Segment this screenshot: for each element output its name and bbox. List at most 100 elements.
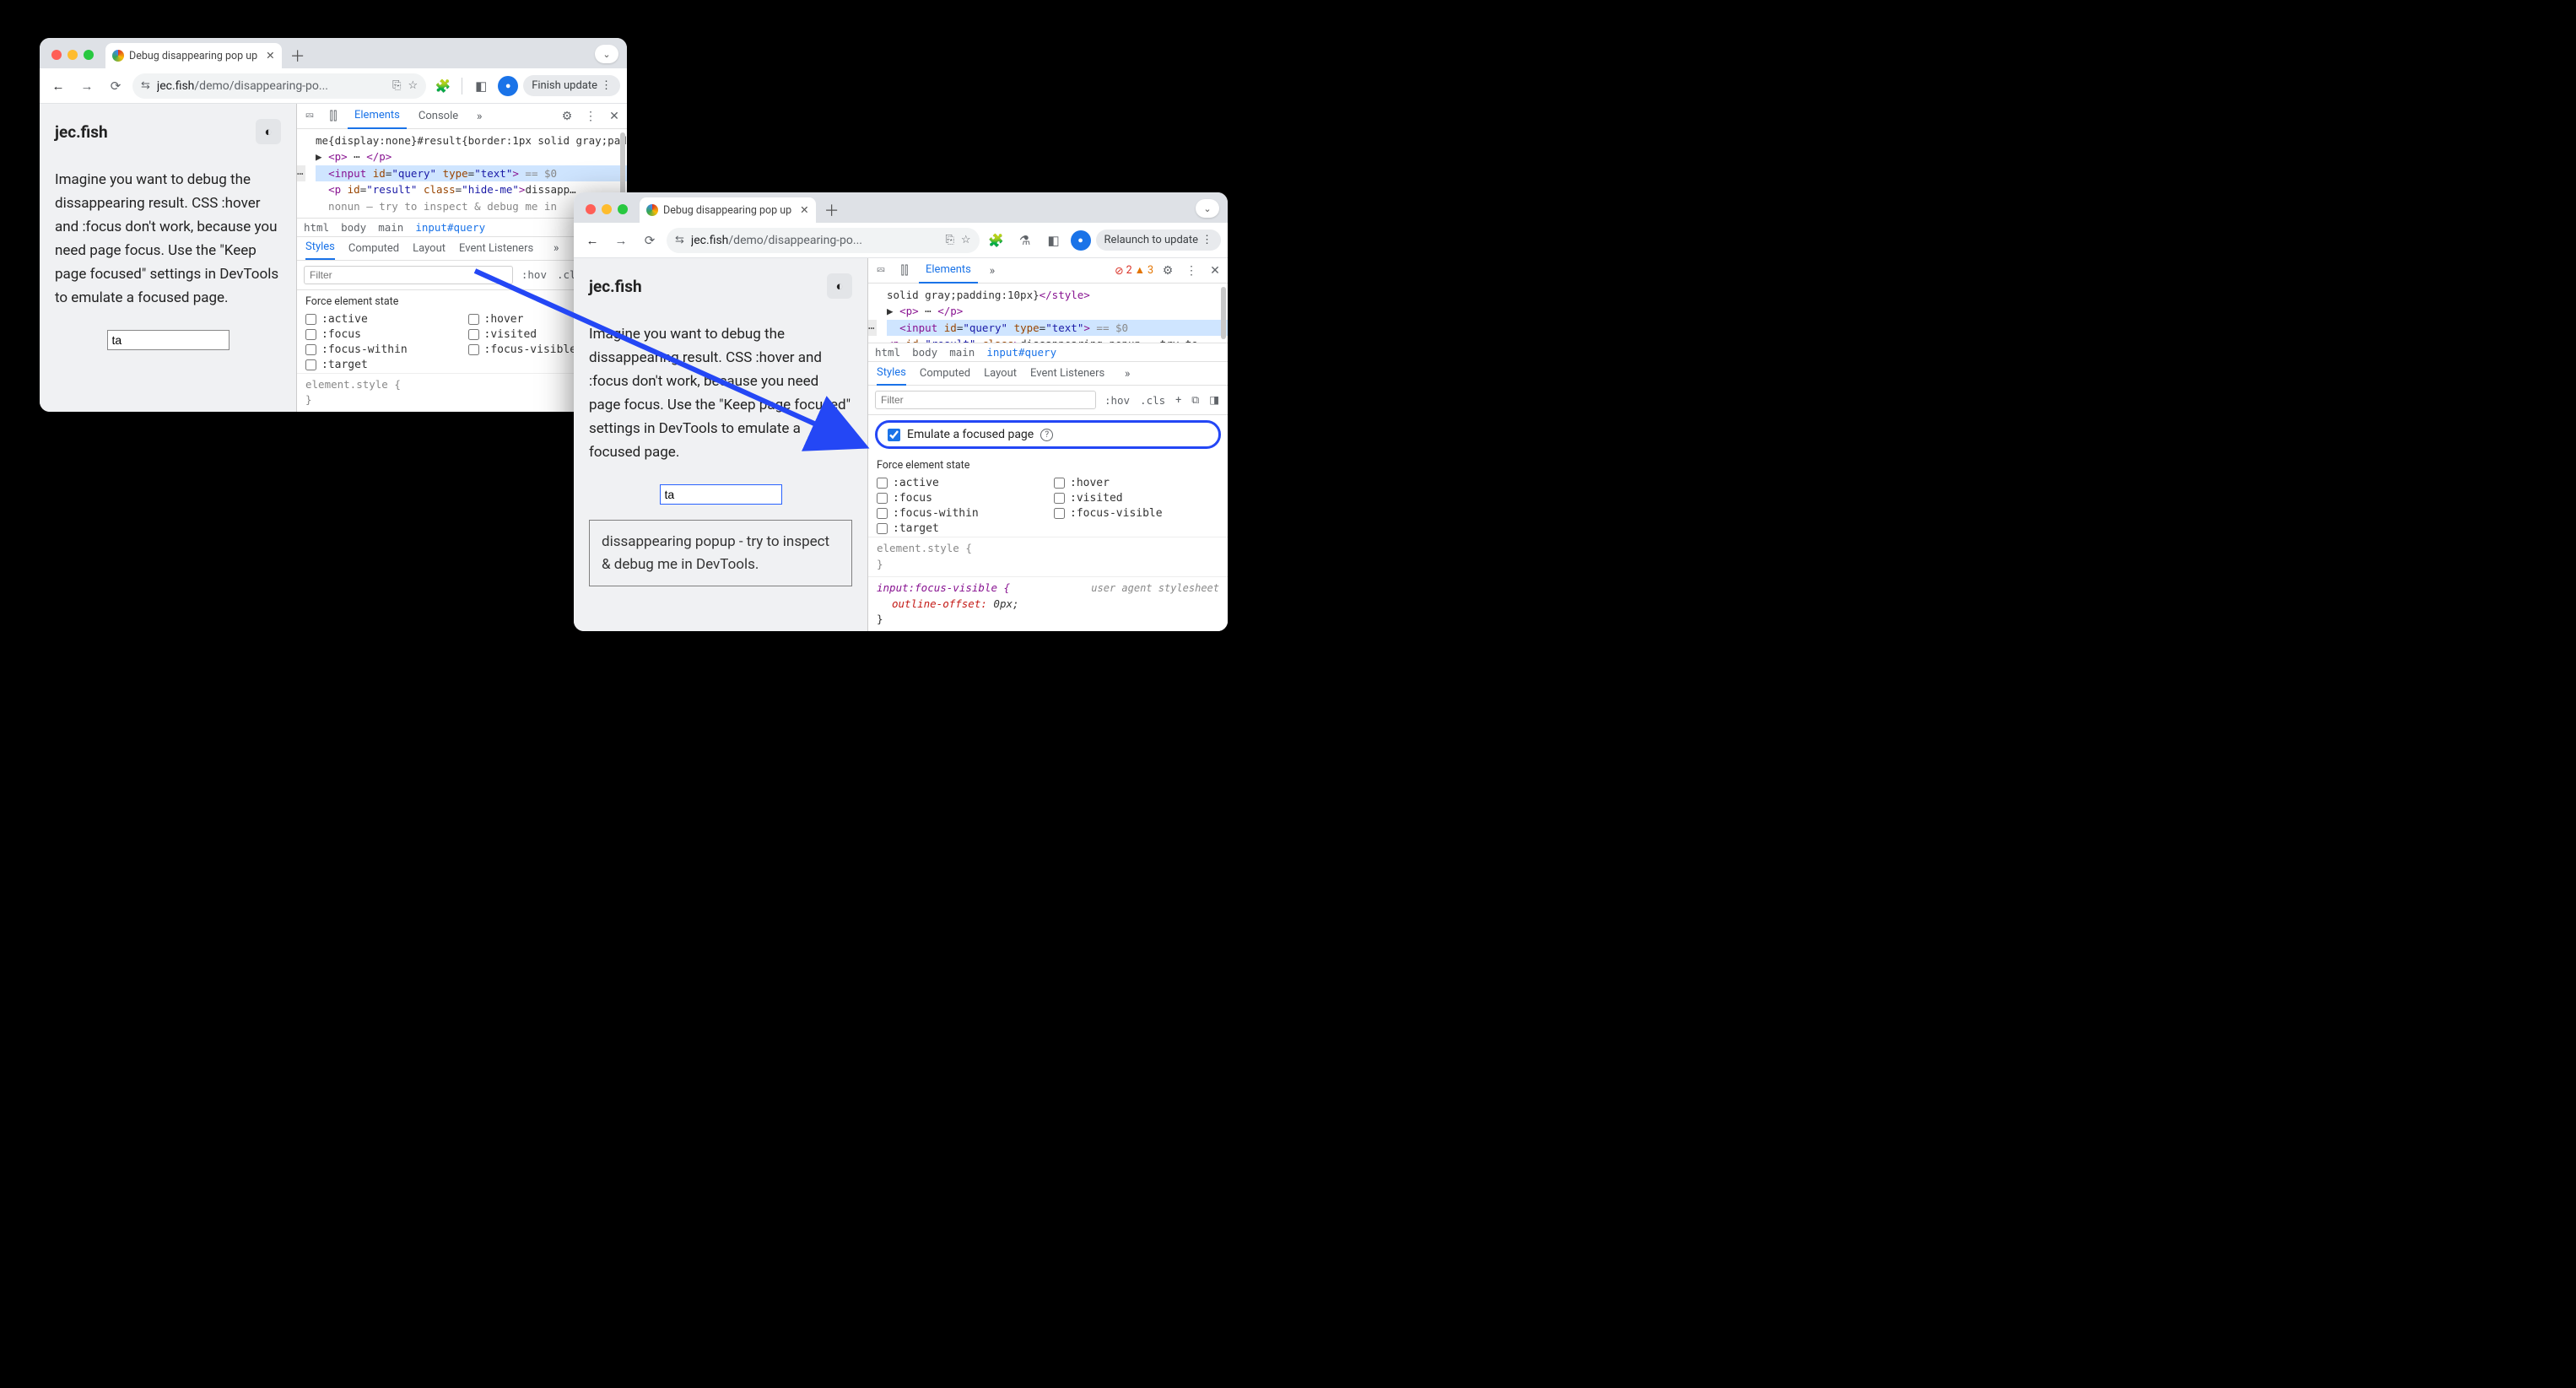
- crumb[interactable]: html: [875, 346, 900, 359]
- crumb[interactable]: body: [912, 346, 937, 359]
- query-input[interactable]: [107, 330, 230, 350]
- profile-avatar[interactable]: ●: [498, 76, 518, 96]
- subtab-styles[interactable]: Styles: [305, 236, 335, 260]
- dom-node-selected[interactable]: <input id="query" type="text"> == $0: [316, 165, 627, 181]
- dom-node[interactable]: <p id="result" class>dissappearing popup…: [887, 336, 1228, 343]
- more-subtabs-icon[interactable]: »: [547, 239, 565, 257]
- device-toggle-icon[interactable]: ⫿⫿: [895, 262, 914, 280]
- close-devtools-icon[interactable]: ✕: [1206, 262, 1224, 280]
- dom-node[interactable]: solid gray;padding:10px}</style>: [887, 287, 1228, 303]
- dark-mode-toggle[interactable]: ◐: [256, 119, 281, 144]
- inspect-icon[interactable]: ⮹: [300, 107, 319, 126]
- crumb[interactable]: main: [378, 221, 403, 234]
- state-active[interactable]: :active: [305, 313, 456, 326]
- inspect-icon[interactable]: ⮹: [872, 262, 890, 280]
- bookmark-icon[interactable]: ☆: [408, 79, 419, 92]
- tab-elements[interactable]: Elements: [919, 258, 978, 284]
- styles-filter-input[interactable]: [875, 391, 1096, 409]
- subtab-styles[interactable]: Styles: [877, 362, 906, 386]
- site-title[interactable]: jec.fish: [589, 277, 642, 296]
- close-devtools-icon[interactable]: ✕: [605, 107, 624, 126]
- style-rule-ua[interactable]: user agent stylesheet input:focus-visibl…: [868, 576, 1228, 631]
- emulate-focused-page[interactable]: Emulate a focused page ?: [875, 420, 1221, 449]
- state-target[interactable]: :target: [877, 522, 1042, 535]
- subtab-events[interactable]: Event Listeners: [459, 242, 533, 255]
- labs-icon[interactable]: ⚗: [1013, 229, 1037, 252]
- new-style-rule-icon[interactable]: +: [1174, 394, 1183, 407]
- dark-mode-toggle[interactable]: ◐: [827, 273, 852, 299]
- emulate-checkbox[interactable]: [888, 429, 900, 441]
- forward-button[interactable]: →: [75, 74, 99, 98]
- forward-button[interactable]: →: [609, 229, 633, 252]
- install-app-icon[interactable]: ⎘: [392, 79, 401, 92]
- crumb[interactable]: body: [341, 221, 366, 234]
- new-tab-button[interactable]: ＋: [821, 199, 843, 221]
- state-visited[interactable]: :visited: [1054, 492, 1219, 505]
- subtab-layout[interactable]: Layout: [413, 242, 446, 255]
- back-button[interactable]: ←: [46, 74, 70, 98]
- query-input[interactable]: [660, 484, 782, 505]
- profile-avatar[interactable]: ●: [1071, 230, 1091, 251]
- crumb[interactable]: input#query: [415, 221, 485, 234]
- subtab-computed[interactable]: Computed: [920, 367, 970, 380]
- dom-node[interactable]: ▶ <p> ⋯ </p>: [887, 303, 1228, 319]
- close-tab-icon[interactable]: ✕: [266, 49, 274, 62]
- style-rule[interactable]: element.style { }: [868, 537, 1228, 576]
- more-subtabs-icon[interactable]: »: [1118, 365, 1137, 383]
- state-hover[interactable]: :hover: [1054, 477, 1219, 489]
- side-panel-icon[interactable]: ◧: [469, 74, 493, 98]
- kebab-menu-icon[interactable]: ⋮: [581, 107, 600, 126]
- address-bar[interactable]: ⇆ jec.fish/demo/disappearing-po... ⎘ ☆: [667, 228, 980, 253]
- tab-elements[interactable]: Elements: [348, 104, 407, 129]
- settings-icon[interactable]: ⚙: [558, 107, 576, 126]
- close-tab-icon[interactable]: ✕: [800, 203, 808, 217]
- site-title[interactable]: jec.fish: [55, 122, 108, 142]
- tab-overflow-button[interactable]: ⌄: [595, 45, 618, 63]
- computed-toggle-icon[interactable]: ◨: [1207, 393, 1221, 407]
- state-focus[interactable]: :focus: [305, 328, 456, 341]
- browser-tab[interactable]: Debug disappearing pop up ✕: [105, 43, 282, 68]
- cls-toggle[interactable]: .cls: [1138, 394, 1167, 407]
- subtab-events[interactable]: Event Listeners: [1030, 367, 1104, 380]
- breadcrumb[interactable]: html body main input#query: [868, 343, 1228, 362]
- extensions-icon[interactable]: 🧩: [985, 229, 1008, 252]
- dom-node[interactable]: ▶ <p> ⋯ </p>: [316, 149, 627, 165]
- update-button[interactable]: Finish update⋮: [523, 75, 620, 96]
- minimize-window-icon[interactable]: [68, 50, 78, 60]
- maximize-window-icon[interactable]: [618, 204, 628, 214]
- side-panel-icon[interactable]: ◧: [1042, 229, 1066, 252]
- more-tabs-icon[interactable]: »: [983, 262, 1002, 280]
- new-tab-button[interactable]: ＋: [287, 45, 309, 67]
- site-info-icon[interactable]: ⇆: [141, 79, 150, 92]
- issue-counts[interactable]: ⊘2 ▲3: [1115, 264, 1153, 278]
- kebab-menu-icon[interactable]: ⋮: [1182, 262, 1201, 280]
- state-active[interactable]: :active: [877, 477, 1042, 489]
- maximize-window-icon[interactable]: [84, 50, 94, 60]
- close-window-icon[interactable]: [586, 204, 596, 214]
- extensions-icon[interactable]: 🧩: [431, 74, 455, 98]
- crumb[interactable]: main: [949, 346, 975, 359]
- site-info-icon[interactable]: ⇆: [675, 234, 684, 246]
- tab-overflow-button[interactable]: ⌄: [1196, 199, 1219, 218]
- tab-console[interactable]: Console: [412, 110, 465, 122]
- dom-tree[interactable]: solid gray;padding:10px}</style> ▶ <p> ⋯…: [868, 284, 1228, 343]
- crumb[interactable]: html: [304, 221, 329, 234]
- dom-node-selected[interactable]: <input id="query" type="text"> == $0: [887, 320, 1228, 336]
- copy-styles-icon[interactable]: ⧉: [1190, 394, 1201, 407]
- install-app-icon[interactable]: ⎘: [945, 234, 953, 246]
- reload-button[interactable]: ⟳: [638, 229, 662, 252]
- help-icon[interactable]: ?: [1040, 429, 1053, 441]
- state-focus-within[interactable]: :focus-within: [305, 343, 456, 356]
- hov-toggle[interactable]: :hov: [520, 268, 548, 281]
- styles-filter-input[interactable]: [304, 266, 513, 284]
- update-button[interactable]: Relaunch to update⋮: [1096, 230, 1221, 251]
- state-target[interactable]: :target: [305, 359, 456, 371]
- subtab-layout[interactable]: Layout: [984, 367, 1017, 380]
- state-focus-visible[interactable]: :focus-visible: [1054, 507, 1219, 520]
- state-focus[interactable]: :focus: [877, 492, 1042, 505]
- device-toggle-icon[interactable]: ⫿⫿: [324, 107, 343, 126]
- crumb[interactable]: input#query: [986, 346, 1056, 359]
- address-bar[interactable]: ⇆ jec.fish/demo/disappearing-po... ⎘ ☆: [132, 73, 426, 99]
- state-focus-within[interactable]: :focus-within: [877, 507, 1042, 520]
- browser-tab[interactable]: Debug disappearing pop up ✕: [640, 197, 816, 223]
